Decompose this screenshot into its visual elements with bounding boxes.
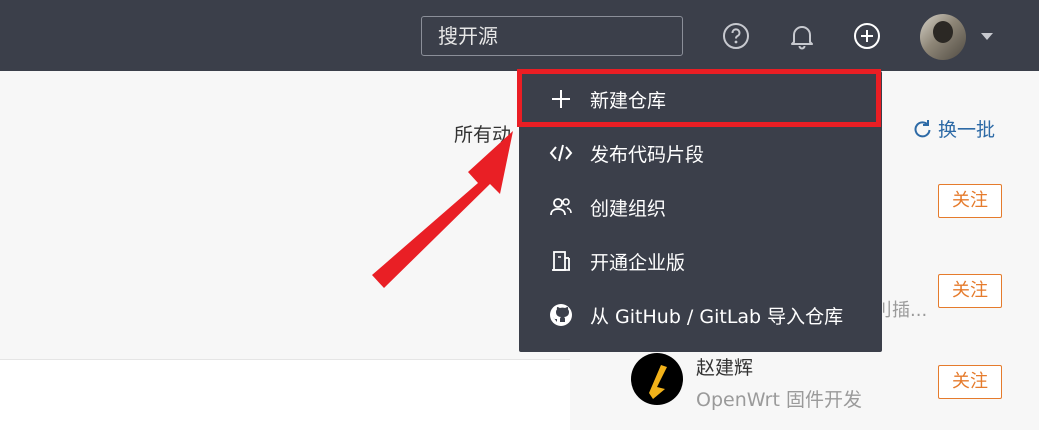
annotation-arrow-icon (372, 131, 513, 288)
